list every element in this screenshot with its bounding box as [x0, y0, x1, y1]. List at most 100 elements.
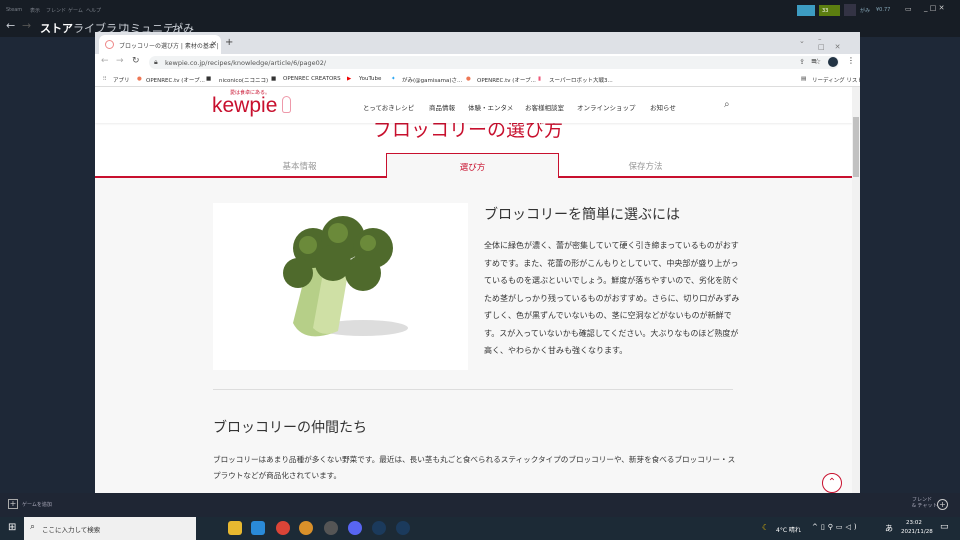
- section-body-varieties: ブロッコリーはあまり品種が多くない野菜です。最近は、長い茎も丸ごと食べられるステ…: [213, 455, 736, 480]
- clock-time[interactable]: 23:02: [906, 520, 922, 526]
- divider: [213, 389, 733, 390]
- windows-start-icon[interactable]: ⊞: [8, 522, 16, 533]
- twitter-icon: ✦: [391, 76, 396, 82]
- steam-icon[interactable]: [372, 521, 386, 535]
- openrec-icon: ●: [466, 76, 471, 82]
- bookmark-openrec[interactable]: OPENREC.tv (オープ...: [146, 76, 205, 84]
- tab-storage[interactable]: 保存方法: [559, 153, 732, 177]
- lock-icon: 🔒︎: [154, 58, 158, 66]
- steam-footer: + ゲームを追加 フレンド & チャット +: [0, 493, 960, 517]
- nav-experience[interactable]: 体験・エンタメ: [468, 102, 513, 112]
- obs-icon[interactable]: [324, 521, 338, 535]
- openrec-creators-icon: ■: [271, 76, 277, 82]
- back-to-top-button[interactable]: ⌃: [822, 473, 842, 493]
- minimize-icon[interactable]: _ □ ✕: [924, 4, 944, 12]
- steam-balance: ¥0.77: [876, 7, 891, 13]
- site-header: 愛は食卓にある。 kewpie とっておきレシピ 商品情報 体験・エンタメ お客…: [95, 87, 852, 123]
- web-page: ブロッコリーの選び方 愛は食卓にある。 kewpie とっておきレシピ 商品情報…: [95, 87, 852, 503]
- tab-basic-info[interactable]: 基本情報: [213, 153, 386, 177]
- search-icon[interactable]: ⌕: [724, 99, 730, 110]
- browser-tab[interactable]: ブロッコリーの選び方 | 素材の基本 | ✕: [99, 35, 221, 54]
- chrome-window: ブロッコリーの選び方 | 素材の基本 | ✕ + ⌄ –□✕ ← → ↻ 🔒︎ …: [95, 32, 860, 503]
- media-icon[interactable]: ≡: [811, 57, 817, 65]
- kewpie-favicon-icon: [105, 40, 114, 49]
- window-controls-icon[interactable]: –□✕: [818, 35, 860, 51]
- browser-toolbar: ← → ↻ 🔒︎ kewpie.co.jp/recipes/knowledge/…: [95, 54, 860, 71]
- bookmark-niconico[interactable]: niconico(ニコニコ): [219, 76, 268, 84]
- url-text: kewpie.co.jp/recipes/knowledge/article/6…: [165, 59, 327, 67]
- close-tab-icon[interactable]: ✕: [211, 40, 217, 48]
- broccoli-image: [283, 216, 408, 337]
- nav-products[interactable]: 商品情報: [429, 102, 455, 112]
- address-bar[interactable]: 🔒︎ kewpie.co.jp/recipes/knowledge/articl…: [149, 56, 839, 69]
- kewpie-logo[interactable]: kewpie: [212, 94, 277, 118]
- forward-icon[interactable]: →: [116, 56, 124, 66]
- add-game-icon[interactable]: +: [8, 499, 18, 509]
- app-icon[interactable]: [299, 521, 313, 535]
- section-body-choose: 全体に緑色が濃く、蕾が密集していて硬く引き締まっているものがおすすめです。また、…: [484, 241, 740, 355]
- forward-icon[interactable]: →: [22, 19, 31, 32]
- weather-icon: ☾: [762, 523, 770, 532]
- youtube-icon: ▶: [347, 76, 352, 82]
- nav-support[interactable]: お客様相談室: [525, 102, 564, 112]
- steam-icon-2[interactable]: [396, 521, 410, 535]
- steam-menu-steam[interactable]: Steam: [6, 7, 22, 13]
- ime-indicator[interactable]: あ: [885, 523, 893, 534]
- add-game-button[interactable]: ゲームを追加: [22, 501, 52, 508]
- avatar[interactable]: [844, 4, 856, 16]
- notifications-button[interactable]: 33: [819, 5, 840, 16]
- taskbar-search[interactable]: ⌕ ここに入力して検索: [24, 517, 196, 540]
- broccoli-photo: [213, 203, 468, 370]
- clock-date[interactable]: 2021/11/28: [901, 529, 933, 535]
- bookmarks-bar: ⁝⁝ アプリ ● OPENREC.tv (オープ... ■ niconico(ニ…: [95, 71, 860, 87]
- share-icon[interactable]: ⇪: [799, 58, 805, 66]
- steam-nav-store[interactable]: ストア: [40, 20, 73, 36]
- steam-menu-view[interactable]: 表示: [30, 7, 40, 14]
- nav-recipes[interactable]: とっておきレシピ: [363, 102, 414, 112]
- bookmark-openrec-creators[interactable]: OPENREC CREATORS: [283, 76, 341, 82]
- bookmark-srw[interactable]: スーパーロボット大戦3...: [549, 76, 613, 84]
- tab-title: ブロッコリーの選び方 | 素材の基本 |: [119, 43, 219, 50]
- scrollbar-thumb[interactable]: [853, 117, 859, 177]
- explorer-icon[interactable]: [228, 521, 242, 535]
- reading-list-icon: ▤: [801, 76, 807, 82]
- back-icon[interactable]: ←: [6, 19, 15, 32]
- profile-avatar[interactable]: [828, 57, 838, 67]
- add-friend-icon[interactable]: +: [937, 499, 948, 510]
- bookmark-youtube[interactable]: YouTube: [359, 76, 381, 82]
- announcement-button[interactable]: [797, 5, 815, 16]
- discord-icon[interactable]: [348, 521, 362, 535]
- section-heading-choose: ブロッコリーを簡単に選ぶには: [484, 207, 680, 223]
- tab-search-icon[interactable]: ⌄: [799, 37, 805, 45]
- new-tab-icon[interactable]: +: [225, 37, 233, 48]
- steam-menu-friends[interactable]: フレンド: [46, 7, 66, 14]
- openrec-icon: ●: [137, 76, 142, 82]
- system-tray-icons[interactable]: ^▯⚲▭◁): [812, 523, 860, 531]
- tab-strip: ブロッコリーの選び方 | 素材の基本 | ✕ + ⌄ –□✕: [95, 32, 860, 54]
- steam-menu-help[interactable]: ヘルプ: [86, 7, 101, 14]
- back-icon[interactable]: ←: [101, 56, 109, 66]
- srw-icon: ▮: [538, 76, 542, 82]
- apps-icon[interactable]: ⁝⁝: [103, 76, 107, 82]
- weather-text[interactable]: 4°C 晴れ: [776, 525, 801, 534]
- mail-icon[interactable]: [251, 521, 265, 535]
- chrome-icon[interactable]: [276, 521, 290, 535]
- steam-username[interactable]: がみ: [860, 7, 870, 14]
- nav-news[interactable]: お知らせ: [650, 102, 676, 112]
- page-scrollbar[interactable]: [852, 87, 860, 503]
- bookmark-openrec-2[interactable]: OPENREC.tv (オープ...: [477, 76, 536, 84]
- friends-chat-button[interactable]: フレンド & チャット: [912, 497, 937, 509]
- reload-icon[interactable]: ↻: [132, 56, 140, 66]
- tab-how-to-choose[interactable]: 選び方: [386, 153, 559, 178]
- menu-icon[interactable]: ⋮: [847, 56, 855, 65]
- niconico-icon: ■: [206, 76, 212, 82]
- notification-center-icon[interactable]: ▭: [940, 522, 949, 532]
- bookmark-twitter[interactable]: がみ(@gamisama)さ...: [402, 76, 462, 84]
- steam-menu-games[interactable]: ゲーム: [68, 7, 83, 14]
- bookmark-apps[interactable]: アプリ: [113, 76, 130, 84]
- windows-taskbar: ⊞ ⌕ ここに入力して検索 ☾ 4°C 晴れ ^▯⚲▭◁) あ 23:02 20…: [0, 517, 960, 540]
- search-placeholder: ここに入力して検索: [42, 526, 101, 534]
- nav-shop[interactable]: オンラインショップ: [577, 102, 636, 112]
- reading-list[interactable]: リーディング リスト: [812, 76, 860, 84]
- big-picture-icon[interactable]: ▭: [905, 5, 912, 13]
